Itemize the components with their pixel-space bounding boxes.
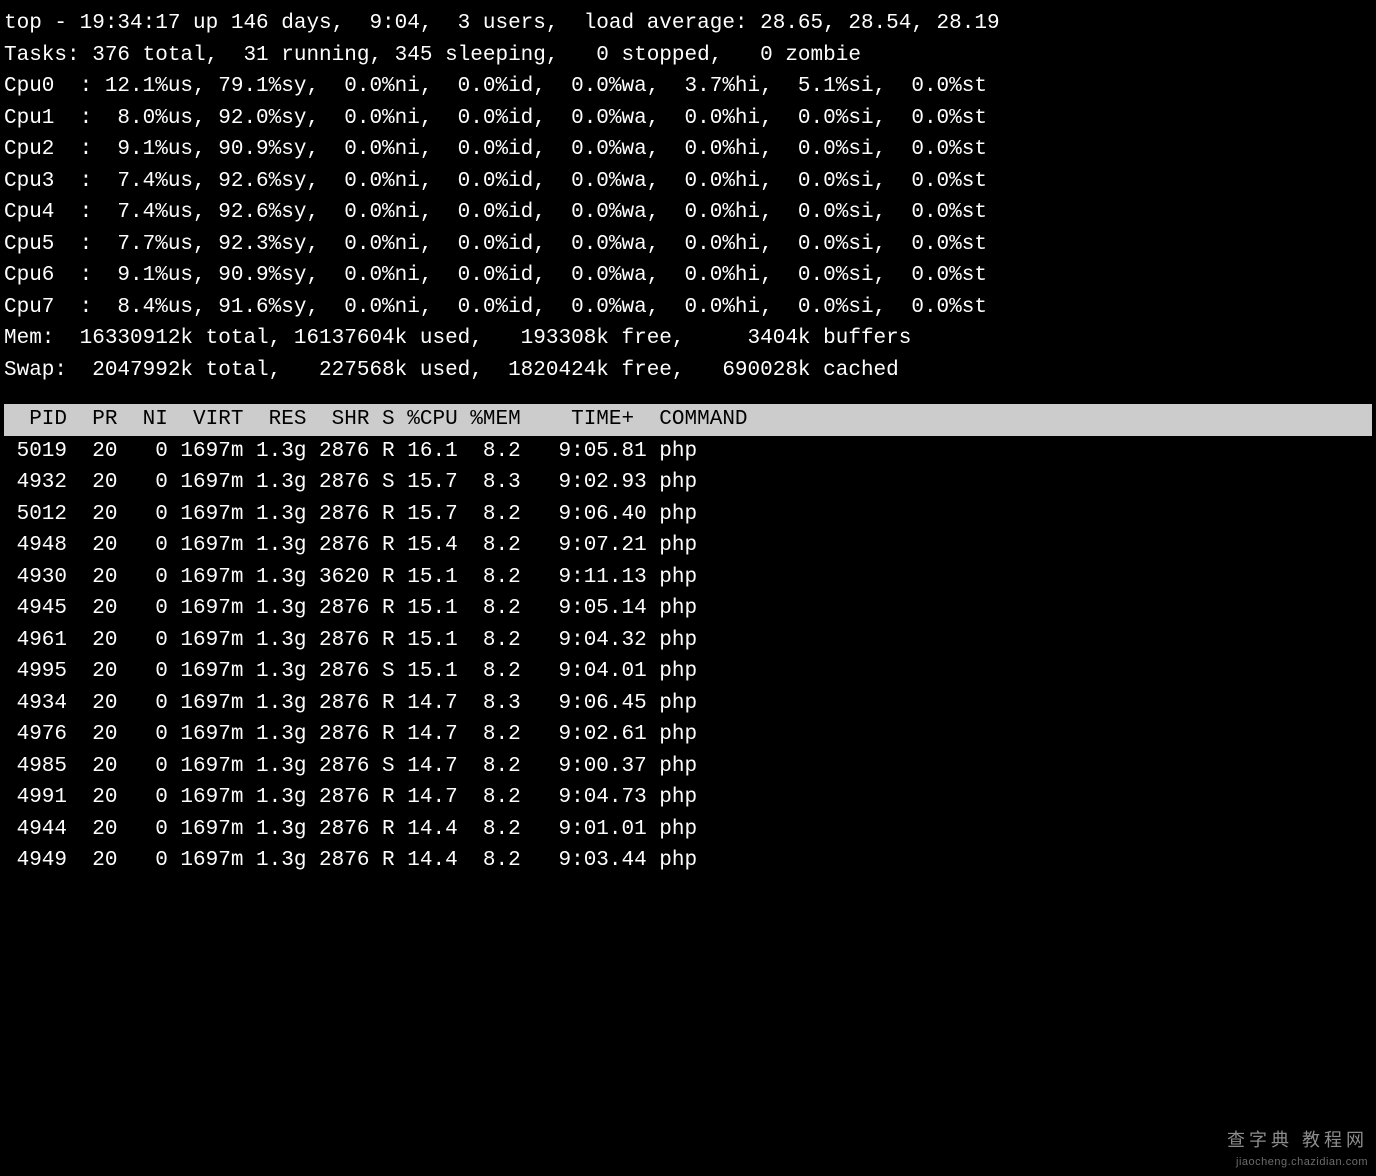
process-row[interactable]: 4961 20 0 1697m 1.3g 2876 R 15.1 8.2 9:0…: [4, 625, 1372, 657]
process-table-body[interactable]: 5019 20 0 1697m 1.3g 2876 R 16.1 8.2 9:0…: [4, 436, 1372, 877]
process-row[interactable]: 5012 20 0 1697m 1.3g 2876 R 15.7 8.2 9:0…: [4, 499, 1372, 531]
summary-cpu4: Cpu4 : 7.4%us, 92.6%sy, 0.0%ni, 0.0%id, …: [4, 197, 1372, 229]
top-summary: top - 19:34:17 up 146 days, 9:04, 3 user…: [4, 8, 1372, 386]
process-row[interactable]: 4932 20 0 1697m 1.3g 2876 S 15.7 8.3 9:0…: [4, 467, 1372, 499]
summary-swap: Swap: 2047992k total, 227568k used, 1820…: [4, 355, 1372, 387]
summary-mem: Mem: 16330912k total, 16137604k used, 19…: [4, 323, 1372, 355]
process-row[interactable]: 4995 20 0 1697m 1.3g 2876 S 15.1 8.2 9:0…: [4, 656, 1372, 688]
process-row[interactable]: 4948 20 0 1697m 1.3g 2876 R 15.4 8.2 9:0…: [4, 530, 1372, 562]
watermark: 查字典 教程网 jiaocheng.chazidian.com: [1227, 1127, 1368, 1171]
summary-cpu1: Cpu1 : 8.0%us, 92.0%sy, 0.0%ni, 0.0%id, …: [4, 103, 1372, 135]
process-table-header[interactable]: PID PR NI VIRT RES SHR S %CPU %MEM TIME+…: [4, 404, 1372, 436]
process-row[interactable]: 4945 20 0 1697m 1.3g 2876 R 15.1 8.2 9:0…: [4, 593, 1372, 625]
summary-cpu7: Cpu7 : 8.4%us, 91.6%sy, 0.0%ni, 0.0%id, …: [4, 292, 1372, 324]
process-row[interactable]: 4944 20 0 1697m 1.3g 2876 R 14.4 8.2 9:0…: [4, 814, 1372, 846]
process-row[interactable]: 4934 20 0 1697m 1.3g 2876 R 14.7 8.3 9:0…: [4, 688, 1372, 720]
summary-cpu5: Cpu5 : 7.7%us, 92.3%sy, 0.0%ni, 0.0%id, …: [4, 229, 1372, 261]
process-row[interactable]: 4930 20 0 1697m 1.3g 3620 R 15.1 8.2 9:1…: [4, 562, 1372, 594]
watermark-text-1: 查字典 教程网: [1227, 1127, 1368, 1154]
process-row[interactable]: 4991 20 0 1697m 1.3g 2876 R 14.7 8.2 9:0…: [4, 782, 1372, 814]
summary-cpu3: Cpu3 : 7.4%us, 92.6%sy, 0.0%ni, 0.0%id, …: [4, 166, 1372, 198]
process-row[interactable]: 4985 20 0 1697m 1.3g 2876 S 14.7 8.2 9:0…: [4, 751, 1372, 783]
summary-cpu2: Cpu2 : 9.1%us, 90.9%sy, 0.0%ni, 0.0%id, …: [4, 134, 1372, 166]
process-row[interactable]: 4976 20 0 1697m 1.3g 2876 R 14.7 8.2 9:0…: [4, 719, 1372, 751]
watermark-text-2: jiaocheng.chazidian.com: [1227, 1154, 1368, 1171]
summary-cpu6: Cpu6 : 9.1%us, 90.9%sy, 0.0%ni, 0.0%id, …: [4, 260, 1372, 292]
summary-uptime: top - 19:34:17 up 146 days, 9:04, 3 user…: [4, 8, 1372, 40]
summary-tasks: Tasks: 376 total, 31 running, 345 sleepi…: [4, 40, 1372, 72]
process-row[interactable]: 4949 20 0 1697m 1.3g 2876 R 14.4 8.2 9:0…: [4, 845, 1372, 877]
summary-cpu0: Cpu0 : 12.1%us, 79.1%sy, 0.0%ni, 0.0%id,…: [4, 71, 1372, 103]
process-row[interactable]: 5019 20 0 1697m 1.3g 2876 R 16.1 8.2 9:0…: [4, 436, 1372, 468]
